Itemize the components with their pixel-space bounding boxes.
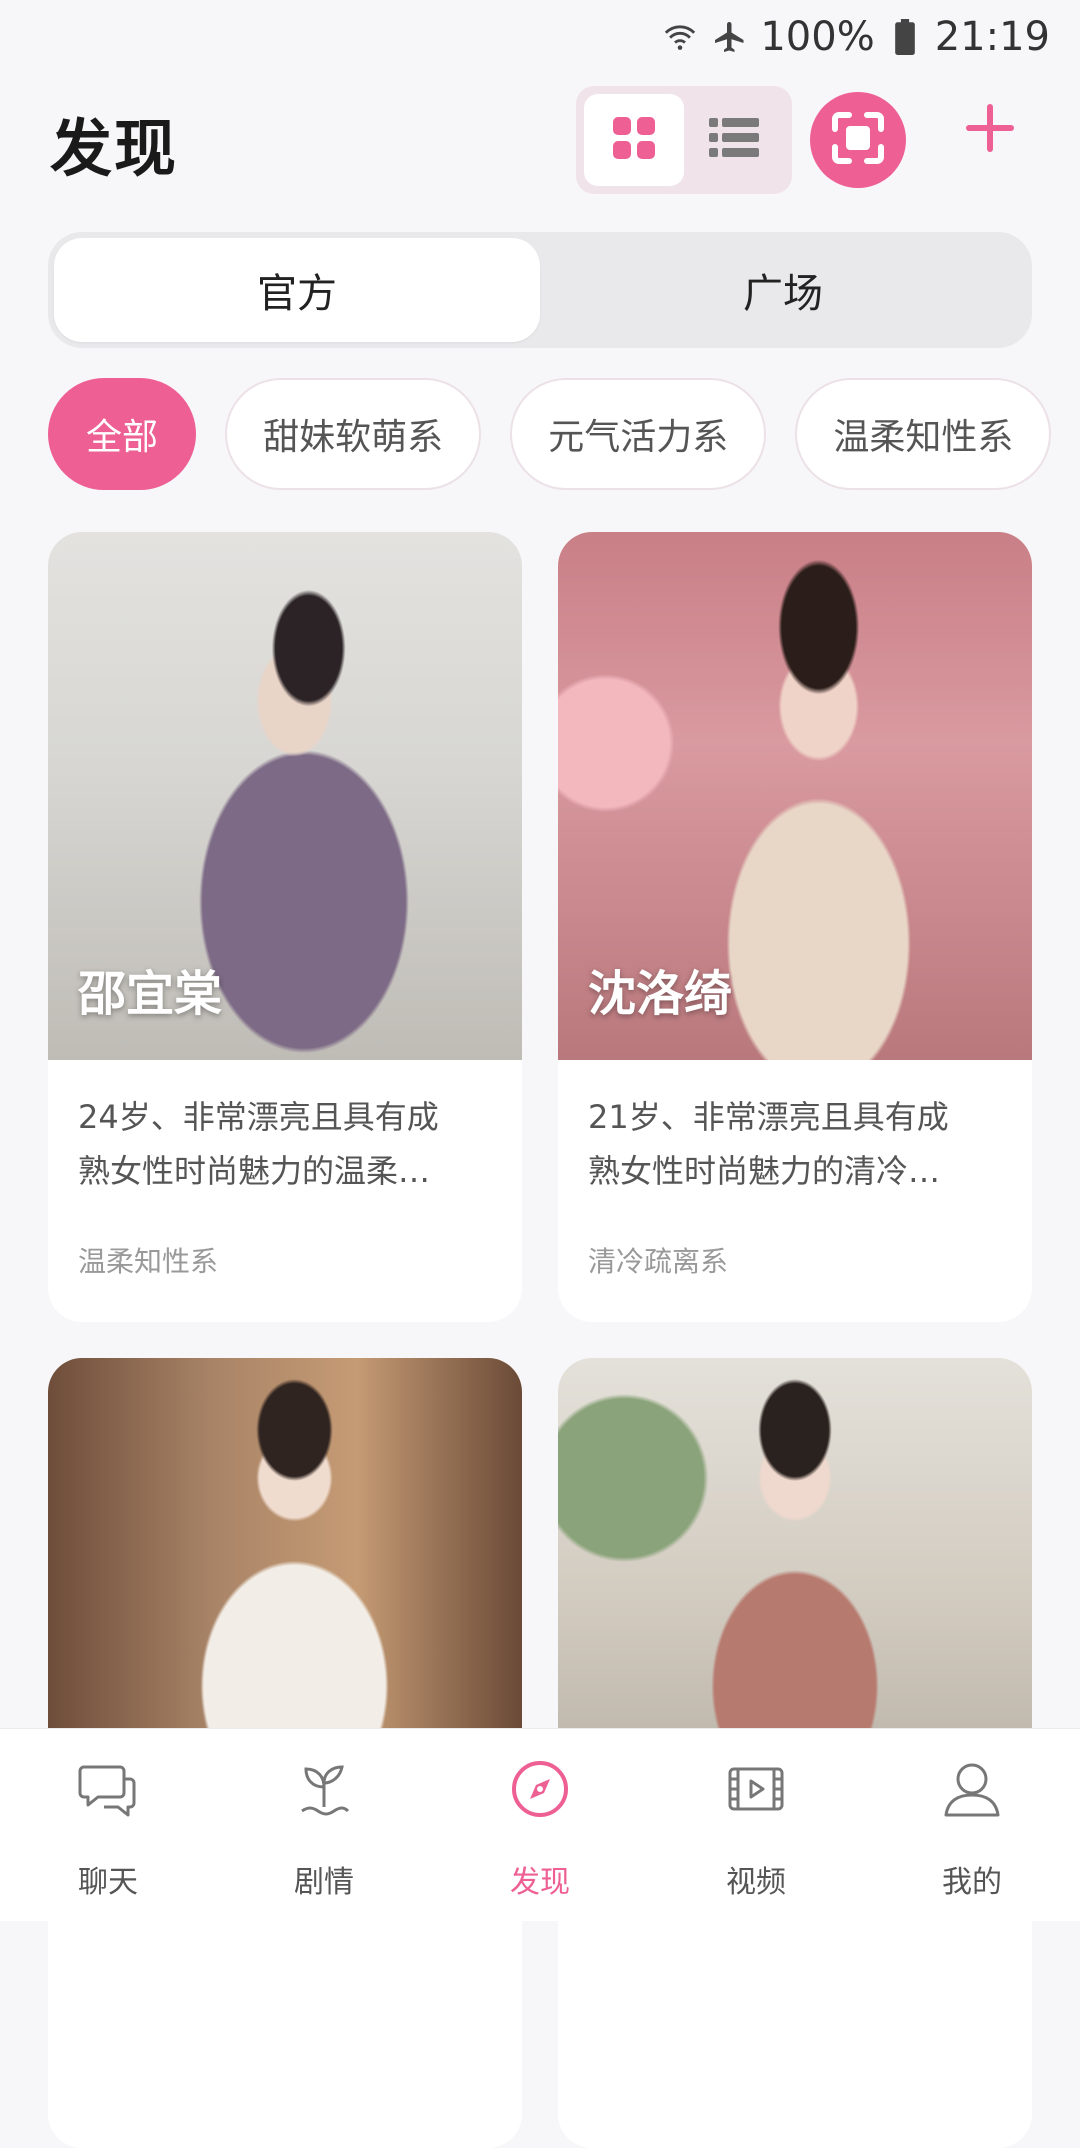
nav-label: 聊天 [78, 1865, 138, 1900]
description-line: 熟女性时尚魅力的温柔… [78, 1152, 431, 1190]
description-line: 24岁、非常漂亮且具有成 [78, 1098, 439, 1136]
sprout-icon [284, 1749, 364, 1829]
header: 发现 [0, 80, 1080, 220]
character-photo [558, 1358, 1032, 1758]
source-segmented-control: 官方 广场 [48, 232, 1032, 348]
description-line: 熟女性时尚魅力的清冷… [588, 1152, 941, 1190]
character-tag: 清冷疏离系 [588, 1245, 729, 1278]
add-button[interactable] [960, 100, 1020, 160]
clock: 21:19 [934, 14, 1050, 60]
bottom-navigation: 聊天 剧情 发现 视频 我的 [0, 1728, 1080, 1921]
tab-square[interactable]: 广场 [540, 238, 1026, 342]
tab-official[interactable]: 官方 [54, 238, 540, 342]
status-bar: 100% 21:19 [0, 0, 1080, 80]
character-tag: 温柔知性系 [78, 1245, 219, 1278]
category-chips: 全部 甜妹软萌系 元气活力系 温柔知性系 [48, 378, 1080, 494]
chat-icon [68, 1749, 148, 1829]
character-name: 沈洛绮 [588, 966, 733, 1022]
description-line: 21岁、非常漂亮且具有成 [588, 1098, 949, 1136]
list-view-button[interactable] [684, 94, 784, 186]
chip-sweet-cute[interactable]: 甜妹软萌系 [225, 378, 482, 490]
character-name: 邵宜棠 [78, 966, 223, 1022]
nav-item-chat[interactable]: 聊天 [0, 1729, 216, 1921]
scan-button[interactable] [810, 92, 906, 188]
nav-label: 剧情 [294, 1865, 354, 1900]
grid-icon [611, 115, 657, 165]
wifi-icon [660, 17, 700, 57]
character-photo: 沈洛绮 [558, 532, 1032, 1060]
nav-item-discover[interactable]: 发现 [432, 1729, 648, 1921]
battery-icon [885, 17, 925, 57]
user-icon [932, 1749, 1012, 1829]
character-description: 21岁、非常漂亮且具有成 熟女性时尚魅力的清冷… [588, 1090, 1008, 1198]
nav-item-video[interactable]: 视频 [648, 1729, 864, 1921]
nav-item-story[interactable]: 剧情 [216, 1729, 432, 1921]
nav-label: 我的 [942, 1865, 1002, 1900]
airplane-icon [710, 17, 750, 57]
video-icon [716, 1749, 796, 1829]
scan-icon [831, 111, 885, 169]
character-card[interactable]: 邵宜棠 24岁、非常漂亮且具有成 熟女性时尚魅力的温柔… 温柔知性系 [48, 532, 522, 1322]
nav-label: 视频 [726, 1865, 786, 1900]
page-title: 发现 [50, 112, 179, 185]
view-mode-toggle [576, 86, 792, 194]
chip-all[interactable]: 全部 [48, 378, 197, 490]
character-photo [48, 1358, 522, 1758]
plus-icon [964, 102, 1016, 158]
list-icon [709, 116, 759, 164]
character-description: 24岁、非常漂亮且具有成 熟女性时尚魅力的温柔… [78, 1090, 498, 1198]
grid-view-button[interactable] [584, 94, 684, 186]
chip-energetic[interactable]: 元气活力系 [510, 378, 767, 490]
chip-gentle-intellectual[interactable]: 温柔知性系 [795, 378, 1052, 490]
character-card[interactable]: 沈洛绮 21岁、非常漂亮且具有成 熟女性时尚魅力的清冷… 清冷疏离系 [558, 532, 1032, 1322]
battery-percent: 100% [760, 14, 875, 60]
nav-label: 发现 [510, 1865, 570, 1900]
character-photo: 邵宜棠 [48, 532, 522, 1060]
nav-item-profile[interactable]: 我的 [864, 1729, 1080, 1921]
compass-icon [500, 1749, 580, 1829]
